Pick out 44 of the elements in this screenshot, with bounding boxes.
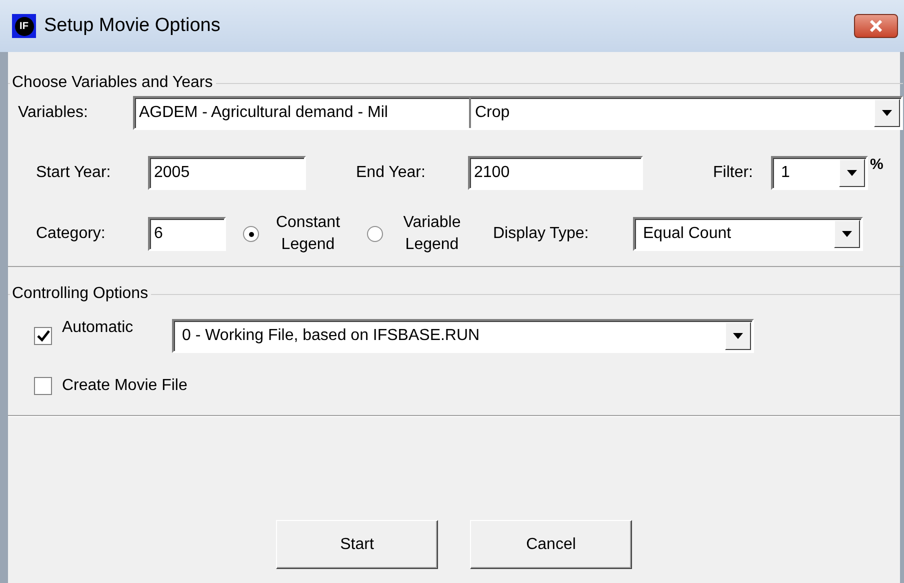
checkbox[interactable] bbox=[34, 327, 52, 345]
dialog-button[interactable]: Cancel bbox=[470, 520, 632, 569]
field-label: Variables: bbox=[18, 104, 89, 122]
display-type-value: Equal Count bbox=[642, 224, 732, 244]
filter-dropdown[interactable]: 1 bbox=[771, 156, 868, 190]
field-label: Start Year: bbox=[36, 164, 112, 182]
radio-label: Variable Legend bbox=[402, 213, 462, 255]
run-file-value: 0 - Working File, based on IFSBASE.RUN bbox=[181, 326, 481, 346]
check-icon bbox=[36, 330, 50, 342]
field-label: End Year: bbox=[356, 164, 426, 182]
field-label: Display Type: bbox=[493, 225, 590, 243]
run-file-dropdown[interactable]: 0 - Working File, based on IFSBASE.RUN bbox=[172, 319, 754, 353]
close-icon bbox=[869, 20, 883, 32]
radio-button[interactable] bbox=[243, 226, 259, 242]
variable-value: Crop bbox=[474, 103, 511, 123]
variables-dropdown[interactable]: AGDEM - Agricultural demand - Mil Crop bbox=[133, 96, 903, 130]
variable-code: AGDEM - Agricultural demand - Mil bbox=[139, 98, 471, 128]
dropdown-arrow-icon bbox=[847, 170, 857, 176]
display-type-dropdown[interactable]: Equal Count bbox=[633, 217, 863, 251]
dropdown-button[interactable] bbox=[839, 159, 865, 187]
percent-unit: % bbox=[870, 156, 884, 173]
checkbox-label: Automatic bbox=[62, 319, 134, 337]
checkbox[interactable] bbox=[34, 377, 52, 395]
app-icon-text: IF bbox=[14, 16, 34, 36]
group-title: Choose Variables and Years bbox=[11, 74, 214, 92]
group-title: Controlling Options bbox=[11, 285, 150, 303]
filter-value: 1 bbox=[780, 163, 791, 183]
start-year-field[interactable]: 2005 bbox=[148, 156, 306, 190]
field-label: Category: bbox=[36, 225, 106, 243]
checkbox-label: Create Movie File bbox=[62, 377, 188, 395]
radio-label: Constant Legend bbox=[274, 213, 342, 255]
field-label: Filter: bbox=[713, 164, 754, 182]
category-field[interactable]: 6 bbox=[148, 217, 226, 251]
dropdown-button[interactable] bbox=[874, 99, 900, 127]
dialog-button[interactable]: Start bbox=[276, 520, 438, 569]
dropdown-button[interactable] bbox=[725, 322, 751, 350]
dropdown-arrow-icon bbox=[842, 231, 852, 237]
window-title: Setup Movie Options bbox=[44, 15, 222, 37]
close-button[interactable] bbox=[854, 14, 898, 38]
radio-button[interactable] bbox=[367, 226, 383, 242]
dropdown-arrow-icon bbox=[733, 333, 743, 339]
end-year-field[interactable]: 2100 bbox=[468, 156, 643, 190]
dropdown-arrow-icon bbox=[882, 110, 892, 116]
dropdown-button[interactable] bbox=[834, 220, 860, 248]
